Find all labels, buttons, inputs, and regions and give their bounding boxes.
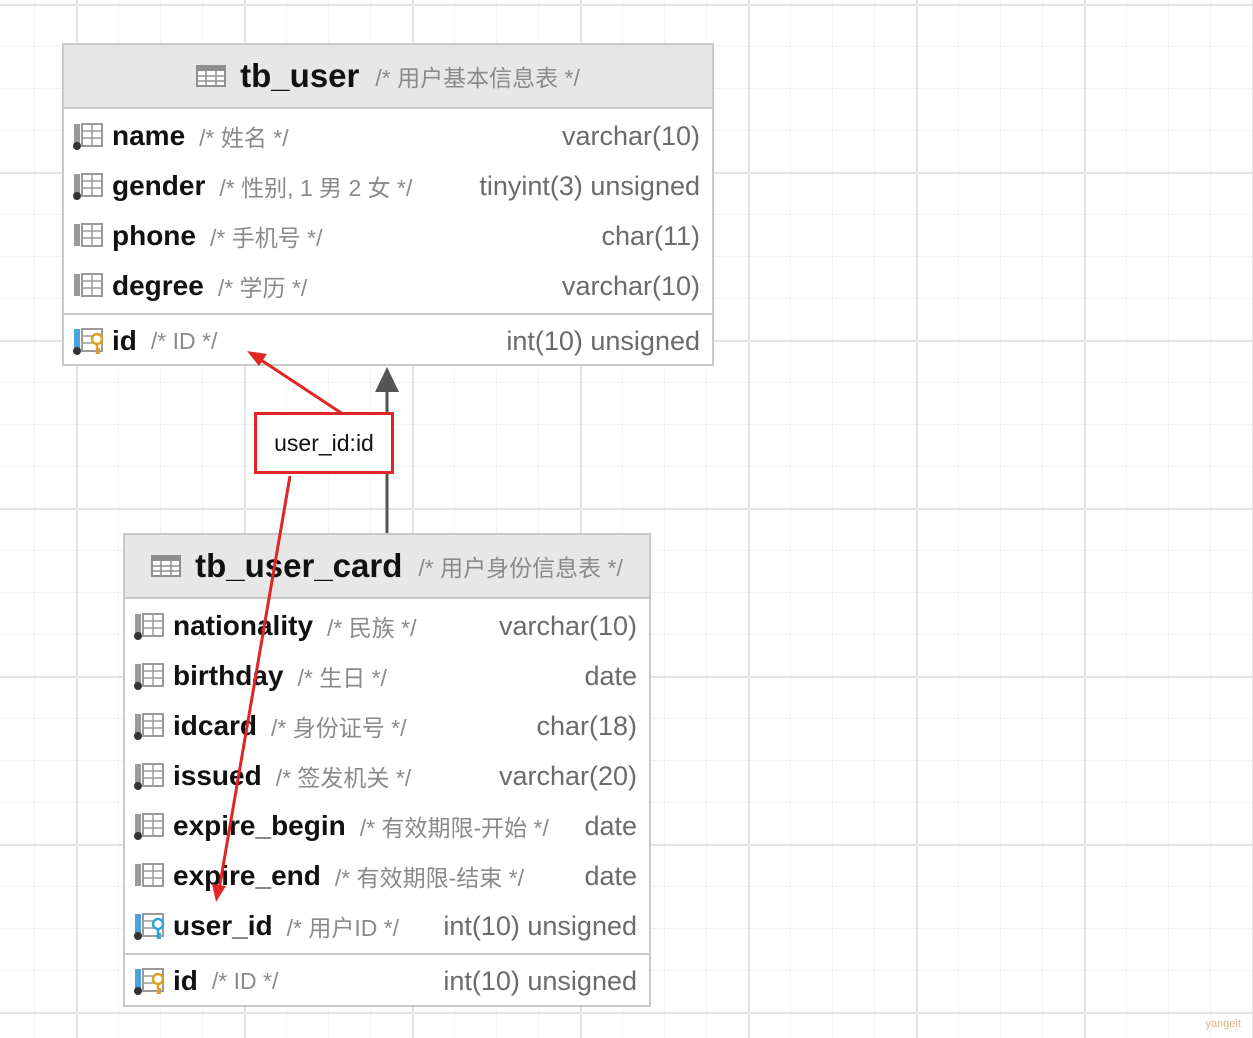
field-comment: /* ID */ — [150, 327, 218, 354]
field-type: int(10) unsigned — [443, 965, 637, 996]
field-comment: /* 签发机关 */ — [275, 765, 412, 791]
field-comment: /* 民族 */ — [327, 615, 417, 641]
field-type: date — [584, 660, 637, 691]
table-name: tb_user_card — [195, 547, 403, 584]
field-name: phone — [112, 220, 196, 251]
column-icon — [133, 712, 167, 740]
field-type: char(11) — [601, 220, 700, 251]
field-comment: /* 有效期限-结束 */ — [334, 865, 524, 891]
connector-arrowhead — [375, 367, 399, 392]
table-tb-user[interactable]: tb_user /* 用户基本信息表 */ name /* 姓名 */ varc… — [62, 43, 714, 366]
field-row-issued[interactable]: issued /* 签发机关 */ varchar(20) — [125, 751, 649, 801]
primary-key-icon — [133, 967, 167, 995]
field-type: varchar(10) — [498, 610, 637, 641]
field-comment: /* 生日 */ — [297, 665, 387, 691]
primary-key-icon — [72, 327, 106, 355]
column-icon — [72, 272, 106, 300]
field-type: varchar(10) — [561, 270, 700, 301]
column-icon — [72, 222, 106, 250]
foreign-key-icon — [133, 912, 167, 940]
column-icon — [133, 662, 167, 690]
field-name: degree — [112, 270, 204, 301]
field-name: idcard — [173, 710, 258, 741]
field-row-expire-end[interactable]: expire_end /* 有效期限-结束 */ date — [125, 851, 649, 901]
field-type: varchar(20) — [498, 760, 637, 791]
field-name: birthday — [173, 660, 284, 691]
table-comment: /* 用户基本信息表 */ — [375, 65, 580, 91]
field-row-gender[interactable]: gender /* 性别, 1 男 2 女 */ tinyint(3) unsi… — [64, 161, 712, 211]
field-name: expire_end — [173, 860, 321, 891]
field-type: char(18) — [536, 710, 637, 741]
field-name: id — [173, 965, 198, 996]
field-row-idcard[interactable]: idcard /* 身份证号 */ char(18) — [125, 701, 649, 751]
table-name: tb_user — [240, 57, 360, 94]
relation-label: user_id:id — [254, 412, 394, 474]
table-header[interactable]: tb_user /* 用户基本信息表 */ — [64, 45, 712, 109]
field-comment: /* 性别, 1 男 2 女 */ — [219, 175, 413, 201]
field-comment: /* 手机号 */ — [210, 225, 323, 251]
column-icon — [72, 172, 106, 200]
field-name: expire_begin — [173, 810, 346, 841]
field-type: date — [584, 810, 637, 841]
watermark: yangeit — [1205, 1018, 1241, 1030]
column-icon — [133, 762, 167, 790]
field-row-birthday[interactable]: birthday /* 生日 */ date — [125, 651, 649, 701]
field-type: int(10) unsigned — [443, 910, 637, 941]
field-name: user_id — [173, 910, 273, 941]
field-row-name[interactable]: name /* 姓名 */ varchar(10) — [64, 111, 712, 161]
table-icon — [196, 65, 226, 87]
field-row-degree[interactable]: degree /* 学历 */ varchar(10) — [64, 261, 712, 311]
field-type: tinyint(3) unsigned — [479, 170, 700, 201]
field-comment: /* 学历 */ — [217, 275, 308, 301]
field-row-user-id[interactable]: user_id /* 用户ID */ int(10) unsigned — [125, 901, 649, 951]
field-name: nationality — [173, 610, 314, 641]
table-icon — [151, 555, 181, 577]
table-tb-user-card[interactable]: tb_user_card /* 用户身份信息表 */ nationality /… — [123, 533, 651, 1007]
field-name: gender — [112, 170, 206, 201]
field-row-phone[interactable]: phone /* 手机号 */ char(11) — [64, 211, 712, 261]
column-icon — [133, 812, 167, 840]
field-comment: /* 姓名 */ — [199, 125, 289, 151]
field-type: int(10) unsigned — [506, 325, 700, 356]
column-icon — [133, 612, 167, 640]
field-row-id[interactable]: id /* ID */ int(10) unsigned — [125, 955, 649, 1007]
column-icon — [72, 122, 106, 150]
field-name: issued — [173, 760, 262, 791]
column-icon — [133, 862, 167, 890]
field-row-nationality[interactable]: nationality /* 民族 */ varchar(10) — [125, 601, 649, 651]
table-comment: /* 用户身份信息表 */ — [418, 555, 623, 581]
field-row-id[interactable]: id /* ID */ int(10) unsigned — [64, 315, 712, 367]
field-comment: /* 有效期限-开始 */ — [359, 815, 549, 841]
field-name: id — [112, 325, 137, 356]
field-comment: /* 用户ID */ — [286, 915, 400, 941]
field-type: varchar(10) — [561, 120, 700, 151]
field-type: date — [584, 860, 637, 891]
field-comment: /* ID */ — [211, 967, 279, 994]
field-name: name — [112, 120, 186, 151]
field-row-expire-begin[interactable]: expire_begin /* 有效期限-开始 */ date — [125, 801, 649, 851]
field-comment: /* 身份证号 */ — [271, 715, 407, 741]
table-header[interactable]: tb_user_card /* 用户身份信息表 */ — [125, 535, 649, 599]
